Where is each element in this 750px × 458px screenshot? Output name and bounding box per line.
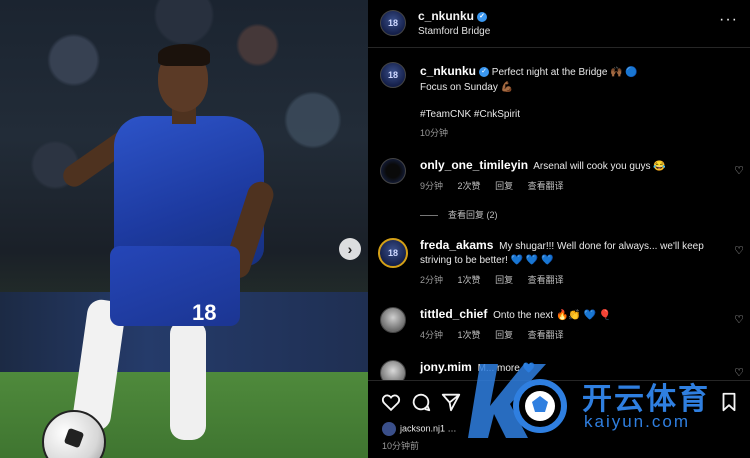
more-options-icon[interactable]: ··· (719, 11, 738, 29)
author-username-row: c_nkunku ✓ (418, 9, 488, 23)
player-right-leg (170, 320, 206, 440)
verified-icon: ✓ (479, 67, 490, 78)
verified-icon: ✓ (477, 11, 488, 22)
like-comment-heart-icon[interactable]: ♡ (734, 244, 744, 257)
comment-text: Onto the next 🔥👏 💙 🎈 (493, 310, 612, 321)
comment-time: 2分钟 (420, 275, 444, 285)
commenter-avatar[interactable] (380, 307, 406, 333)
comment-body: jony.mim M... more 💙 (420, 360, 725, 376)
translate-button[interactable]: 查看翻译 (528, 330, 564, 340)
liked-by-row[interactable]: jackson.nj1 … (382, 422, 457, 436)
caption-line-1: Perfect night at the Bridge 🙌🏾 🔵 (491, 67, 638, 78)
like-heart-icon[interactable] (380, 391, 402, 413)
author-avatar[interactable]: 18 (380, 10, 406, 36)
post-actions-bar (368, 380, 750, 420)
view-replies-button[interactable]: 查看回复 (2) (420, 208, 498, 221)
caption-time: 10分钟 (420, 128, 449, 138)
post-photo[interactable]: 18 › (0, 0, 368, 458)
comment-body: freda_akams My shugar!!! Well done for a… (420, 238, 725, 287)
translate-button[interactable]: 查看翻译 (528, 275, 564, 285)
comment-username[interactable]: freda_akams (420, 238, 493, 252)
author-username[interactable]: c_nkunku (418, 9, 474, 23)
post-header: 18 c_nkunku ✓ Stamford Bridge ··· (368, 0, 750, 48)
comment-meta: 9分钟 2次赞 回复 查看翻译 (420, 179, 725, 193)
comment-body: only_one_timileyin Arsenal will cook you… (420, 158, 725, 193)
post-detail-panel: 18 c_nkunku ✓ Stamford Bridge ··· 18 c_nk… (368, 0, 750, 458)
comment-username[interactable]: only_one_timileyin (420, 158, 528, 172)
like-comment-heart-icon[interactable]: ♡ (734, 366, 744, 379)
comment-list[interactable]: only_one_timileyin Arsenal will cook you… (368, 150, 750, 380)
player-shorts (110, 246, 240, 326)
comment-text: M... more 💙 (477, 363, 536, 374)
like-comment-heart-icon[interactable]: ♡ (734, 313, 744, 326)
comment-likes[interactable]: 1次赞 (458, 330, 481, 340)
like-comment-heart-icon[interactable]: ♡ (734, 164, 744, 177)
shirt-number: 18 (192, 300, 217, 325)
comment-username[interactable]: jony.mim (420, 360, 472, 374)
comment-meta: 2分钟 1次赞 回复 查看翻译 (420, 273, 725, 287)
post-location[interactable]: Stamford Bridge (418, 26, 490, 37)
caption-text: c_nkunku ✓ Perfect night at the Bridge 🙌🏾… (420, 64, 720, 141)
translate-button[interactable]: 查看翻译 (528, 181, 564, 191)
caption-line-2: Focus on Sunday 💪🏾 (420, 82, 514, 93)
caption-avatar[interactable]: 18 (380, 62, 406, 88)
comment-text: Arsenal will cook you guys 😂 (533, 161, 666, 172)
liked-by-text: jackson.nj1 … (400, 423, 457, 434)
commenter-avatar[interactable]: 18 (378, 238, 408, 268)
comment-username[interactable]: tittled_chief (420, 307, 487, 321)
comment-time: 9分钟 (420, 181, 444, 191)
comment-body: tittled_chief Onto the next 🔥👏 💙 🎈 4分钟 1… (420, 307, 725, 342)
reply-button[interactable]: 回复 (495, 330, 513, 340)
player-hair (158, 44, 210, 66)
caption-username[interactable]: c_nkunku (420, 64, 476, 78)
comment-time: 4分钟 (420, 330, 444, 340)
commenter-avatar[interactable] (380, 158, 406, 184)
save-bookmark-icon[interactable] (718, 391, 740, 413)
comment-likes[interactable]: 2次赞 (458, 181, 481, 191)
player-figure: 18 (40, 30, 320, 458)
commenter-avatar[interactable] (380, 360, 406, 380)
next-image-button[interactable]: › (339, 238, 361, 260)
reply-button[interactable]: 回复 (495, 181, 513, 191)
reply-button[interactable]: 回复 (495, 275, 513, 285)
comment-likes[interactable]: 1次赞 (458, 275, 481, 285)
comment-bubble-icon[interactable] (410, 391, 432, 413)
caption-hashtags[interactable]: #TeamCNK #CnkSpirit (420, 107, 720, 122)
share-send-icon[interactable] (440, 391, 462, 413)
comment-meta: 4分钟 1次赞 回复 查看翻译 (420, 328, 725, 342)
post-timestamp: 10分钟前 (382, 441, 420, 451)
liker-avatar (382, 422, 396, 436)
